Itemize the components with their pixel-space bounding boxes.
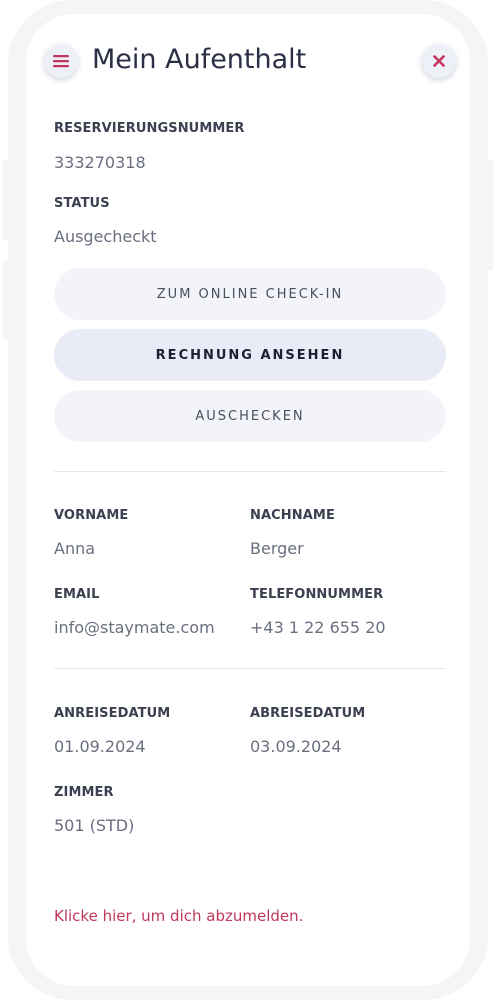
app-screen: Mein Aufenthalt RESERVIERUNGSNUMMER 3332… (26, 14, 470, 986)
device-side-button-right (482, 160, 494, 270)
room-label: ZIMMER (54, 785, 114, 800)
lastname-label: NACHNAME (250, 508, 335, 523)
arrival-date-label: ANREISEDATUM (54, 706, 171, 721)
view-invoice-button[interactable]: RECHNUNG ANSEHEN (54, 329, 446, 381)
divider (54, 668, 446, 669)
firstname-label: VORNAME (54, 508, 129, 523)
email-value: info@staymate.com (54, 618, 215, 637)
reservation-number-value: 333270318 (54, 153, 146, 172)
device-side-button-left (2, 160, 14, 240)
menu-button[interactable] (44, 44, 78, 78)
status-value: Ausgecheckt (54, 227, 157, 246)
lastname-value: Berger (250, 539, 304, 558)
hamburger-menu-icon (53, 55, 69, 68)
page-title: Mein Aufenthalt (92, 44, 307, 75)
room-value: 501 (STD) (54, 816, 135, 835)
divider (54, 471, 446, 472)
phone-label: TELEFONNUMMER (250, 587, 384, 602)
logout-link[interactable]: Klicke hier, um dich abzumelden. (54, 907, 303, 925)
email-label: EMAIL (54, 587, 100, 602)
close-button[interactable] (422, 44, 456, 78)
firstname-value: Anna (54, 539, 96, 558)
header: Mein Aufenthalt (26, 44, 470, 78)
phone-value: +43 1 22 655 20 (250, 618, 386, 637)
status-label: STATUS (54, 196, 110, 211)
arrival-date-value: 01.09.2024 (54, 737, 146, 756)
departure-date-value: 03.09.2024 (250, 737, 342, 756)
reservation-number-label: RESERVIERUNGSNUMMER (54, 121, 245, 136)
online-checkin-button[interactable]: ZUM ONLINE CHECK-IN (54, 268, 446, 320)
checkout-button[interactable]: AUSCHECKEN (54, 390, 446, 442)
close-icon (433, 55, 445, 67)
device-side-button-left-lower (2, 260, 14, 340)
departure-date-label: ABREISEDATUM (250, 706, 366, 721)
